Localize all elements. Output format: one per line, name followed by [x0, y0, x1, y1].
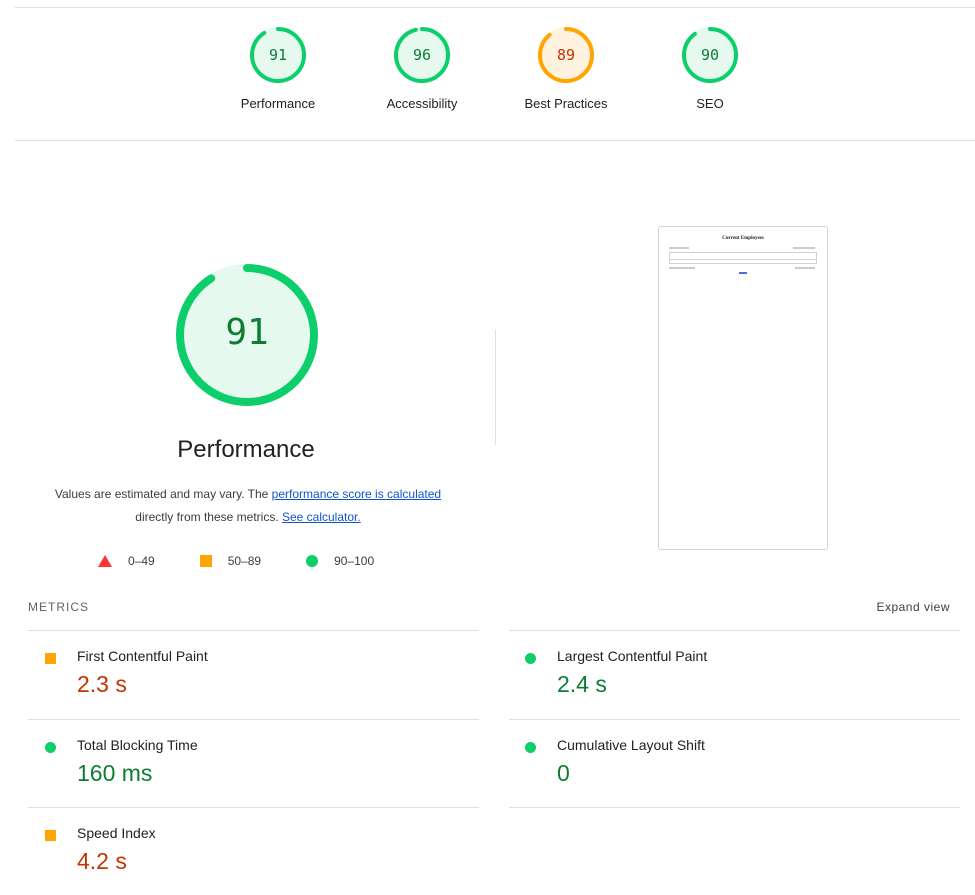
legend-fail: 0–49: [98, 554, 155, 568]
pass-circle-icon: [45, 742, 56, 753]
gauge-accessibility[interactable]: 96 Accessibility: [372, 25, 472, 111]
metric-value: 2.4 s: [557, 671, 607, 697]
pass-circle-icon: [525, 653, 536, 664]
desc-text: Values are estimated and may vary. The: [54, 487, 272, 501]
legend-pass: 90–100: [306, 554, 374, 568]
top-divider: [15, 7, 975, 8]
gauge-score: 90: [700, 46, 720, 64]
performance-title: Performance: [177, 436, 315, 463]
metrics-divider: [509, 719, 960, 720]
metrics-heading: METRICS: [28, 600, 89, 614]
average-square-icon: [45, 653, 56, 664]
gauge-best-practices[interactable]: 89 Best Practices: [516, 25, 616, 111]
gauge-seo[interactable]: 90 SEO: [660, 25, 760, 111]
metrics-divider: [28, 807, 479, 808]
metric-value: 2.3 s: [77, 671, 127, 697]
square-icon: [199, 555, 212, 567]
screenshot-text-line: [793, 247, 815, 249]
metrics-divider: [509, 807, 960, 808]
metric-name: First Contentful Paint: [77, 648, 208, 664]
gauge-label: Accessibility: [386, 96, 458, 111]
screenshot-table-row: [669, 259, 817, 264]
metric-value: 160 ms: [77, 760, 153, 786]
legend-pass-label: 90–100: [334, 554, 375, 568]
gauge-score: 89: [556, 46, 576, 64]
metrics-divider: [28, 719, 479, 720]
gauge-label: Performance: [240, 96, 316, 111]
gauge-label: SEO: [696, 96, 724, 111]
performance-description: Values are estimated and may vary. The p…: [40, 483, 456, 529]
performance-score-link[interactable]: performance score is calculated: [272, 487, 441, 501]
final-screenshot[interactable]: Current Employees: [658, 226, 828, 550]
gauge-ring: 90: [680, 25, 740, 85]
gauge-performance[interactable]: 91 Performance: [228, 25, 328, 111]
pass-circle-icon: [525, 742, 536, 753]
screenshot-text-line: [669, 267, 695, 269]
performance-gauge-large: 91: [172, 260, 322, 410]
metric-name: Cumulative Layout Shift: [557, 737, 705, 753]
screenshot-link: [739, 272, 747, 274]
gauge-ring: 89: [536, 25, 596, 85]
metric-name: Total Blocking Time: [77, 737, 198, 753]
vertical-divider: [495, 330, 496, 445]
gauge-ring: 96: [392, 25, 452, 85]
metric-name: Speed Index: [77, 825, 156, 841]
average-square-icon: [45, 830, 56, 841]
expand-view-toggle[interactable]: Expand view: [876, 600, 950, 614]
metrics-divider: [28, 630, 479, 631]
metric-name: Largest Contentful Paint: [557, 648, 708, 664]
metrics-divider: [509, 630, 960, 631]
gauges-divider: [15, 140, 975, 141]
gauge-score: 96: [412, 46, 432, 64]
screenshot-text-line: [669, 247, 689, 249]
legend-fail-label: 0–49: [128, 554, 155, 568]
screenshot-text-line: [795, 267, 815, 269]
gauge-label: Best Practices: [524, 96, 608, 111]
gauge-score: 91: [268, 46, 288, 64]
desc-text: directly from these metrics.: [135, 510, 282, 524]
see-calculator-link[interactable]: See calculator.: [282, 510, 361, 524]
legend-average-label: 50–89: [227, 554, 262, 568]
metric-value: 0: [557, 760, 570, 786]
gauge-ring: 91: [248, 25, 308, 85]
triangle-icon: [98, 555, 112, 567]
screenshot-page-title: Current Employees: [722, 236, 764, 241]
circle-icon: [306, 555, 319, 567]
metric-value: 4.2 s: [77, 848, 127, 874]
legend-average: 50–89: [199, 554, 262, 568]
score-legend: 0–49 50–89 90–100: [98, 554, 419, 568]
performance-score: 91: [225, 312, 269, 353]
